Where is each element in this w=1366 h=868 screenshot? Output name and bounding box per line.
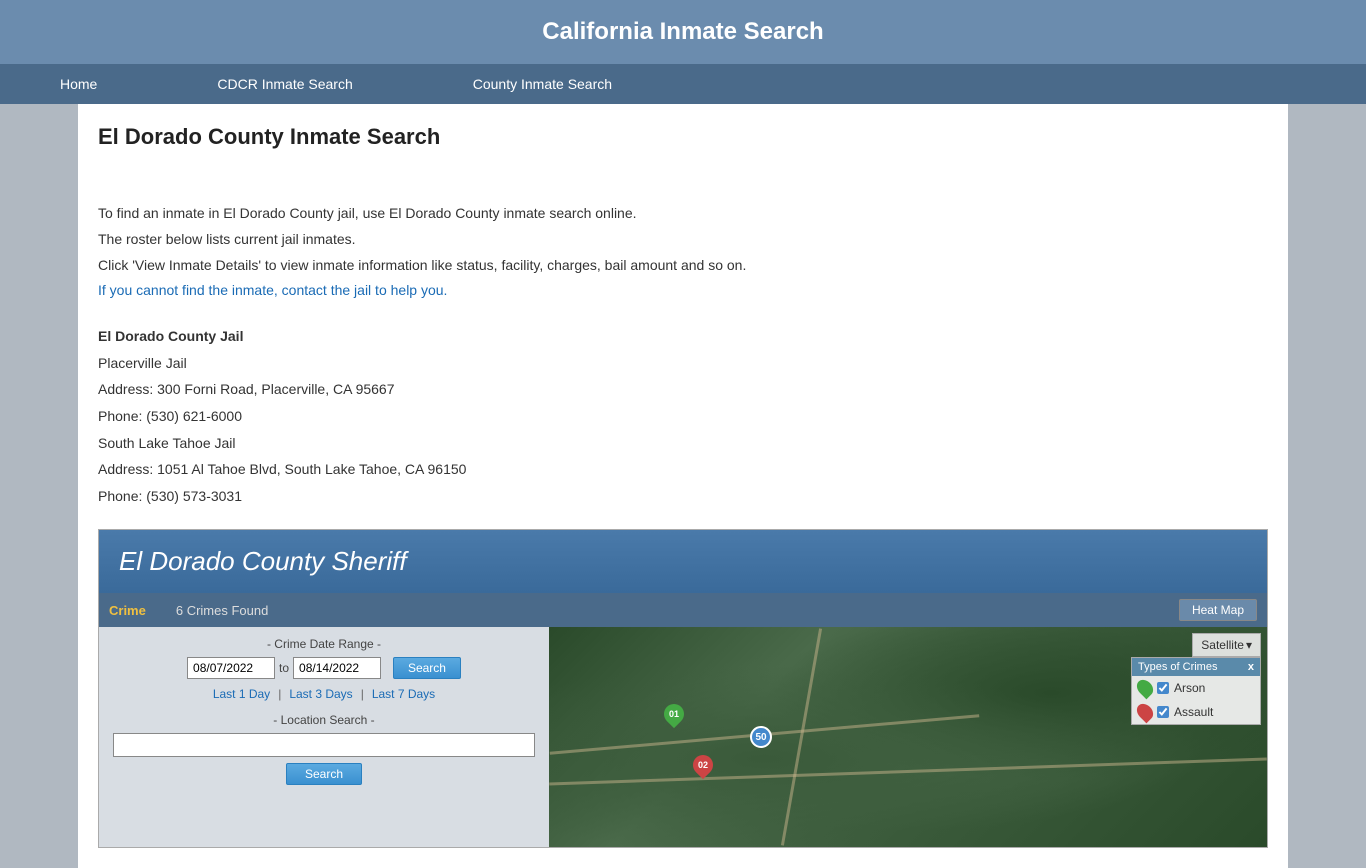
sheriff-embed: El Dorado County Sheriff Crime 6 Crimes … (98, 529, 1268, 848)
facility-1-address: Address: 300 Forni Road, Placerville, CA… (98, 376, 1268, 403)
crimes-found-label: 6 Crimes Found (166, 603, 1179, 618)
quick-link-1day[interactable]: Last 1 Day (213, 687, 270, 701)
road-vertical (781, 629, 822, 846)
crime-tab-bar: Crime 6 Crimes Found Heat Map (99, 593, 1267, 627)
main-nav: Home CDCR Inmate Search County Inmate Se… (0, 64, 1366, 104)
site-title: California Inmate Search (542, 18, 823, 45)
date-row: to Search (113, 657, 535, 679)
site-header: California Inmate Search (0, 0, 1366, 64)
assault-pin-icon (1134, 701, 1157, 724)
satellite-label: Satellite (1201, 638, 1244, 652)
jail-section-title: El Dorado County Jail (98, 323, 1268, 350)
chevron-down-icon: ▾ (1246, 638, 1252, 652)
satellite-button[interactable]: Satellite ▾ (1192, 633, 1261, 657)
facility-1-phone: Phone: (530) 621-6000 (98, 403, 1268, 430)
location-label: - Location Search - (113, 713, 535, 727)
assault-checkbox[interactable] (1157, 706, 1169, 718)
map-area: 50 01 02 Satellite (549, 627, 1267, 847)
map-pin-1[interactable]: 01 (664, 704, 684, 732)
date-search-button[interactable]: Search (393, 657, 461, 679)
highway-badge: 50 (750, 726, 772, 748)
sheriff-header: El Dorado County Sheriff (99, 530, 1267, 593)
page-wrapper: El Dorado County Inmate Search To find a… (78, 104, 1288, 868)
intro-text: To find an inmate in El Dorado County ja… (98, 202, 1268, 303)
map-background: 50 01 02 Satellite (549, 627, 1267, 847)
facility-2-name: South Lake Tahoe Jail (98, 430, 1268, 457)
crimes-panel: Types of Crimes x Arson Assault (1131, 657, 1261, 725)
arson-pin-icon (1134, 677, 1157, 700)
crimes-panel-title: Types of Crimes (1138, 661, 1217, 673)
sheriff-title: El Dorado County Sheriff (119, 546, 407, 576)
location-search-button[interactable]: Search (286, 763, 362, 785)
intro-line-2: The roster below lists current jail inma… (98, 228, 1268, 252)
road-h2 (549, 758, 1267, 786)
map-pin-2[interactable]: 02 (693, 755, 713, 783)
intro-highlight: If you cannot find the inmate, contact t… (98, 279, 1268, 303)
date-to-input[interactable] (293, 657, 381, 679)
assault-label: Assault (1174, 705, 1213, 719)
heatmap-button[interactable]: Heat Map (1179, 599, 1257, 621)
crimes-panel-header: Types of Crimes x (1132, 658, 1260, 676)
arson-label: Arson (1174, 681, 1205, 695)
sheriff-body: - Crime Date Range - to Search Last 1 Da… (99, 627, 1267, 847)
date-range-label: - Crime Date Range - (113, 637, 535, 651)
crime-item-assault: Assault (1132, 700, 1260, 724)
quick-link-7day[interactable]: Last 7 Days (372, 687, 435, 701)
nav-cdcr[interactable]: CDCR Inmate Search (157, 64, 412, 104)
jail-info: El Dorado County Jail Placerville Jail A… (98, 323, 1268, 509)
intro-line-1: To find an inmate in El Dorado County ja… (98, 202, 1268, 226)
page-title: El Dorado County Inmate Search (98, 124, 1268, 150)
date-from-input[interactable] (187, 657, 275, 679)
crime-controls: - Crime Date Range - to Search Last 1 Da… (99, 627, 549, 795)
quick-link-3day[interactable]: Last 3 Days (289, 687, 352, 701)
nav-home[interactable]: Home (0, 64, 157, 104)
crime-item-arson: Arson (1132, 676, 1260, 700)
crime-tab-label[interactable]: Crime (109, 603, 146, 618)
intro-line-3: Click 'View Inmate Details' to view inma… (98, 254, 1268, 278)
crimes-panel-close-button[interactable]: x (1248, 661, 1254, 673)
facility-2-phone: Phone: (530) 573-3031 (98, 483, 1268, 510)
sheriff-left-panel: - Crime Date Range - to Search Last 1 Da… (99, 627, 549, 847)
arson-checkbox[interactable] (1157, 682, 1169, 694)
quick-links: Last 1 Day | Last 3 Days | Last 7 Days (113, 687, 535, 701)
location-input[interactable] (113, 733, 535, 757)
date-separator: to (279, 661, 289, 675)
nav-county[interactable]: County Inmate Search (413, 64, 672, 104)
facility-2-address: Address: 1051 Al Tahoe Blvd, South Lake … (98, 456, 1268, 483)
facility-1-name: Placerville Jail (98, 350, 1268, 377)
